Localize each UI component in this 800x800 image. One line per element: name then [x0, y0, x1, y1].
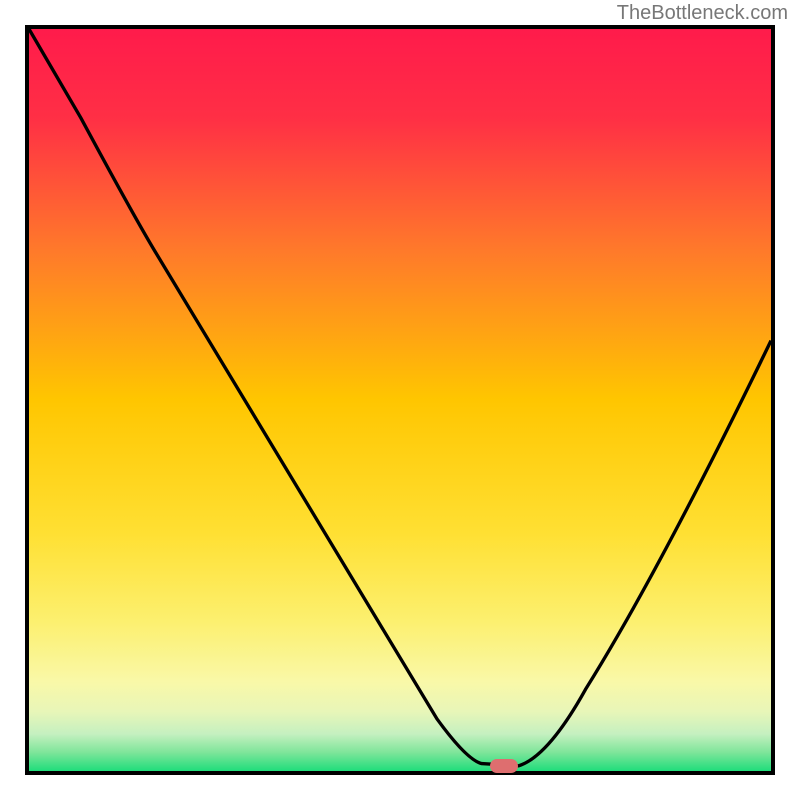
- optimal-point-marker: [490, 759, 518, 773]
- bottleneck-curve: [29, 29, 771, 771]
- chart-container: [25, 25, 775, 775]
- watermark-text: TheBottleneck.com: [617, 2, 788, 25]
